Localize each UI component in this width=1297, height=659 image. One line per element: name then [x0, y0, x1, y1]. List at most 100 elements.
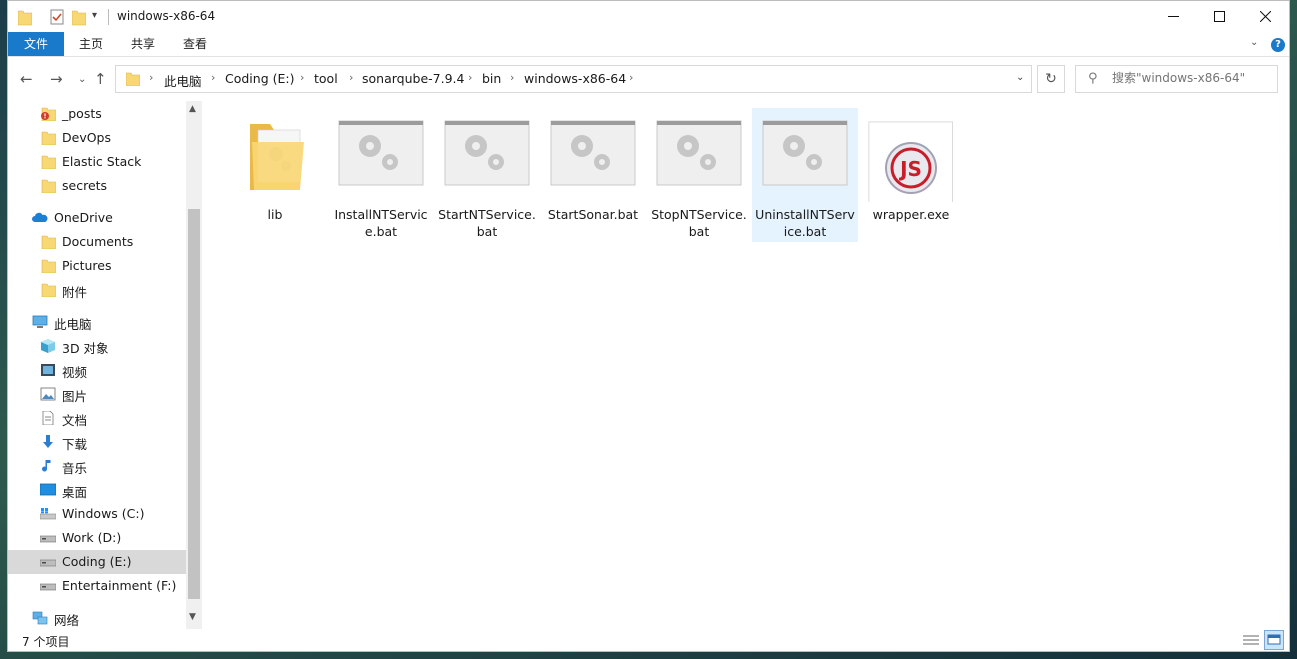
minimize-button[interactable]	[1150, 1, 1196, 32]
sidebar-item-videos[interactable]: 视频	[8, 358, 186, 382]
breadcrumb-bin[interactable]: bin	[482, 71, 501, 86]
explorer-window: ▾ windows-x86-64 文件 主页 共享 查看 ⌄ ? ← → ⌄ ↑…	[7, 0, 1290, 652]
sidebar-item-music[interactable]: 音乐	[8, 454, 186, 478]
large-icons-view-button[interactable]	[1264, 630, 1284, 650]
sidebar-item-label: Documents	[62, 234, 134, 249]
breadcrumb-chevron-icon[interactable]: ›	[468, 71, 472, 84]
file-item-stop-nt-service[interactable]: StopNTService.bat	[646, 108, 752, 242]
js-wrapper-exe-icon: JS	[868, 121, 953, 202]
breadcrumb-chevron-icon[interactable]: ›	[349, 71, 353, 84]
file-item-install-nt-service[interactable]: InstallNTService.bat	[328, 108, 434, 242]
folder-icon	[41, 179, 56, 193]
folder-icon	[41, 155, 56, 169]
sidebar-item-devops[interactable]: DevOps	[8, 126, 186, 150]
sidebar-item-label: Coding (E:)	[62, 554, 132, 569]
desktop-icon	[40, 483, 56, 496]
download-arrow-icon	[43, 435, 53, 448]
drive-icon	[40, 559, 56, 567]
tab-share[interactable]: 共享	[122, 32, 164, 56]
sidebar-item-pictures[interactable]: Pictures	[8, 254, 186, 278]
file-item-wrapper-exe[interactable]: JS wrapper.exe	[858, 108, 964, 242]
sidebar-item-drive-c[interactable]: Windows (C:)	[8, 502, 186, 526]
folder-icon	[250, 124, 304, 190]
network-icon	[32, 611, 48, 625]
sidebar-item-elastic-stack[interactable]: Elastic Stack	[8, 150, 186, 174]
address-dropdown-icon[interactable]: ⌄	[1016, 72, 1024, 83]
customize-quick-access-icon[interactable]: ▾	[92, 10, 97, 28]
breadcrumb-chevron-icon[interactable]: ›	[300, 71, 304, 84]
folder-icon	[41, 259, 56, 273]
sidebar-item-documents[interactable]: Documents	[8, 230, 186, 254]
tab-view[interactable]: 查看	[174, 32, 216, 56]
breadcrumb-chevron-icon[interactable]: ›	[510, 71, 514, 84]
file-item-start-sonar[interactable]: StartSonar.bat	[540, 108, 646, 242]
file-item-uninstall-nt-service[interactable]: UninstallNTService.bat	[752, 108, 858, 242]
breadcrumb-this-pc[interactable]: 此电脑	[164, 71, 202, 90]
folder-icon[interactable]	[18, 8, 32, 26]
sidebar-item-label: secrets	[62, 178, 108, 193]
up-arrow-icon[interactable]: ↑	[94, 70, 107, 88]
file-name: StartSonar.bat	[547, 207, 639, 222]
file-item-start-nt-service[interactable]: StartNTService.bat	[434, 108, 540, 242]
sidebar-item-docs[interactable]: 文档	[8, 406, 186, 430]
sidebar-item-drive-d[interactable]: Work (D:)	[8, 526, 186, 550]
scroll-down-icon[interactable]: ▼	[189, 612, 196, 622]
help-icon[interactable]: ?	[1271, 38, 1285, 52]
file-name: wrapper.exe	[872, 207, 950, 222]
scroll-up-icon[interactable]: ▲	[189, 104, 196, 114]
search-icon: ⚲	[1088, 71, 1098, 86]
music-note-icon	[42, 460, 51, 472]
recent-locations-icon[interactable]: ⌄	[78, 74, 86, 85]
drive-icon	[40, 535, 56, 543]
breadcrumb-chevron-icon[interactable]: ›	[211, 71, 215, 84]
close-button[interactable]	[1242, 1, 1288, 32]
sidebar-item-drive-e[interactable]: Coding (E:)	[8, 550, 186, 574]
image-icon	[40, 387, 56, 401]
sidebar-item-downloads[interactable]: 下载	[8, 430, 186, 454]
forward-arrow-icon[interactable]: →	[50, 70, 63, 88]
tab-home[interactable]: 主页	[70, 32, 112, 56]
sidebar-item-posts[interactable]: _posts	[8, 102, 186, 126]
sidebar-item-network[interactable]: 网络	[8, 606, 186, 629]
sidebar-item-3d-objects[interactable]: 3D 对象	[8, 334, 186, 358]
breadcrumb-tool[interactable]: tool	[314, 71, 338, 86]
sidebar-item-desktop[interactable]: 桌面	[8, 478, 186, 502]
search-box[interactable]: ⚲	[1075, 65, 1278, 93]
expand-ribbon-icon[interactable]: ⌄	[1250, 37, 1258, 48]
maximize-button[interactable]	[1196, 1, 1242, 32]
sidebar-item-images[interactable]: 图片	[8, 382, 186, 406]
sidebar-scrollbar[interactable]: ▲ ▼	[186, 101, 202, 629]
title-bar: ▾ windows-x86-64	[8, 1, 1289, 32]
refresh-button[interactable]: ↻	[1037, 65, 1065, 93]
video-icon	[41, 364, 55, 376]
breadcrumb-current[interactable]: windows-x86-64	[524, 71, 626, 86]
new-folder-icon[interactable]	[72, 8, 86, 26]
sidebar-item-secrets[interactable]: secrets	[8, 174, 186, 198]
folder-icon	[41, 235, 56, 249]
refresh-icon: ↻	[1045, 71, 1057, 87]
tab-file[interactable]: 文件	[8, 32, 64, 56]
breadcrumb-chevron-icon[interactable]: ›	[629, 71, 633, 84]
properties-check-icon[interactable]	[50, 8, 64, 26]
sidebar-item-attachments[interactable]: 附件	[8, 278, 186, 302]
scroll-thumb[interactable]	[188, 209, 200, 599]
sidebar-item-label: 音乐	[62, 461, 88, 476]
sidebar-item-drive-f[interactable]: Entertainment (F:)	[8, 574, 186, 598]
search-input[interactable]	[1112, 71, 1272, 85]
item-count: 7 个项目	[22, 635, 70, 649]
file-item-lib[interactable]: lib	[222, 108, 328, 242]
folder-warning-icon	[41, 107, 56, 121]
details-view-icon[interactable]	[1243, 633, 1259, 647]
status-bar: 7 个项目	[8, 629, 1289, 651]
breadcrumb-drive[interactable]: Coding (E:)	[225, 71, 294, 86]
sidebar-item-this-pc[interactable]: 此电脑	[8, 310, 186, 334]
breadcrumb-sonarqube[interactable]: sonarqube-7.9.4	[362, 71, 464, 86]
window-title: windows-x86-64	[117, 9, 216, 23]
navigation-bar: ← → ⌄ ↑ › 此电脑 › Coding (E:) › tool › son…	[8, 57, 1289, 101]
back-arrow-icon[interactable]: ←	[20, 70, 33, 88]
large-icons-view-icon	[1267, 634, 1281, 645]
breadcrumb-chevron-icon[interactable]: ›	[149, 71, 153, 84]
drive-windows-icon	[40, 508, 56, 520]
sidebar-item-onedrive[interactable]: OneDrive	[8, 206, 186, 230]
address-bar[interactable]: › 此电脑 › Coding (E:) › tool › sonarqube-7…	[115, 65, 1032, 93]
